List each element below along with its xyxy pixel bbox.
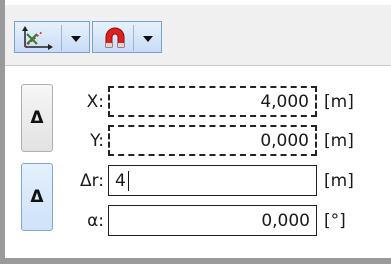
toolbar-separator bbox=[133, 25, 134, 51]
chevron-down-icon[interactable] bbox=[137, 25, 159, 51]
text-caret bbox=[127, 170, 129, 191]
y-label: Y: bbox=[90, 131, 104, 151]
toolbar bbox=[5, 5, 391, 66]
delta-toggle-button-xy[interactable]: Δ bbox=[21, 84, 53, 152]
alpha-unit: [°] bbox=[324, 211, 346, 231]
x-unit: [m] bbox=[324, 92, 354, 112]
x-field[interactable]: 4,000 bbox=[108, 86, 317, 117]
toolbar-separator bbox=[61, 25, 62, 51]
magnet-snap-icon bbox=[105, 27, 125, 48]
axes-tool-button[interactable] bbox=[14, 21, 90, 53]
x-value: 4,000 bbox=[260, 91, 309, 112]
alpha-value: 0,000 bbox=[261, 210, 310, 231]
delta-r-label: Δr: bbox=[79, 171, 104, 191]
delta-r-unit: [m] bbox=[324, 171, 354, 191]
bottom-border bbox=[0, 258, 391, 264]
delta-r-value: 4 bbox=[115, 170, 126, 191]
alpha-label: α: bbox=[87, 211, 104, 231]
delta-toggle-button-polar[interactable]: Δ bbox=[21, 163, 53, 231]
x-label: X: bbox=[86, 92, 104, 112]
y-value: 0,000 bbox=[260, 130, 309, 151]
alpha-field[interactable]: 0,000 bbox=[108, 205, 317, 236]
snap-tool-button[interactable] bbox=[92, 21, 162, 53]
chevron-down-icon[interactable] bbox=[65, 25, 87, 51]
coordinate-axes-icon bbox=[22, 26, 53, 50]
delta-r-field[interactable]: 4 bbox=[108, 165, 317, 196]
coordinate-input-panel: Δ Δ X: 4,000 [m] Y: 0,000 [m] Δr: 4 [m] … bbox=[0, 0, 391, 264]
y-unit: [m] bbox=[324, 131, 354, 151]
y-field[interactable]: 0,000 bbox=[108, 125, 317, 156]
